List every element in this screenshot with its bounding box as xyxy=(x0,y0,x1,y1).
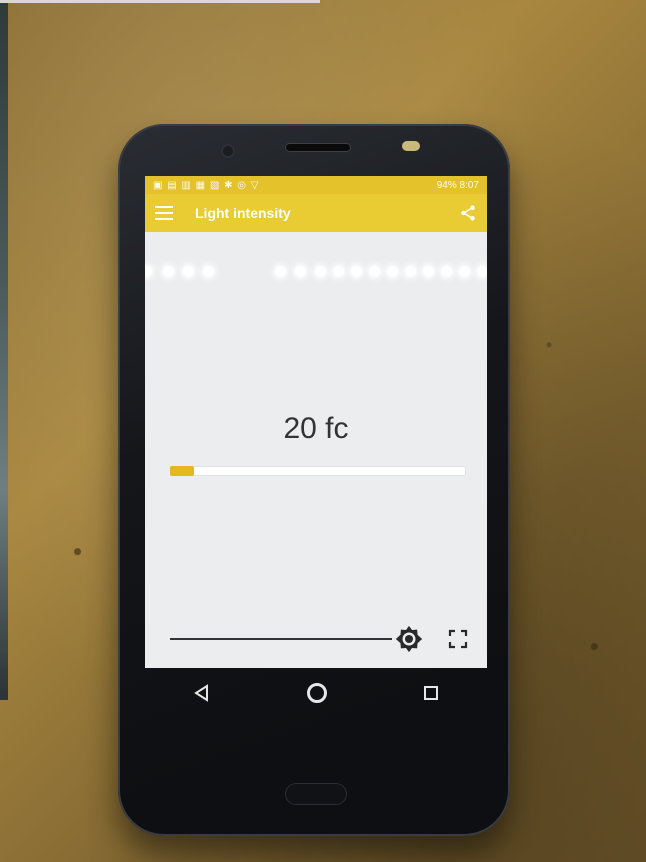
earpiece-speaker xyxy=(286,144,350,151)
status-right: 94% 8:07 xyxy=(437,180,479,191)
light-reflection xyxy=(145,266,487,280)
photo-scene: ▣ ▤ ▥ ▦ ▧ ✱ ◎ ▽ 94% 8:07 Light intensity xyxy=(0,0,646,862)
background-edge xyxy=(0,0,8,700)
recents-square-icon[interactable] xyxy=(423,685,439,701)
fullscreen-icon[interactable] xyxy=(448,629,468,649)
front-camera-icon xyxy=(223,146,233,156)
hamburger-menu-icon[interactable] xyxy=(155,206,173,220)
app-bar: Light intensity xyxy=(145,194,487,232)
phone-screen: ▣ ▤ ▥ ▦ ▧ ✱ ◎ ▽ 94% 8:07 Light intensity xyxy=(145,176,487,668)
brightness-slider[interactable] xyxy=(170,638,392,640)
app-title: Light intensity xyxy=(195,205,291,221)
brightness-icon[interactable] xyxy=(394,624,424,654)
home-circle-icon[interactable] xyxy=(306,682,328,704)
notification-icons: ▣ ▤ ▥ ▦ ▧ ✱ ◎ ▽ xyxy=(153,179,260,191)
intensity-bar xyxy=(170,466,466,476)
phone-device: ▣ ▤ ▥ ▦ ▧ ✱ ◎ ▽ 94% 8:07 Light intensity xyxy=(118,124,510,836)
background-edge-top xyxy=(0,0,320,3)
intensity-bar-fill xyxy=(170,466,194,476)
clock: 8:07 xyxy=(459,179,479,191)
light-reading-value: 20 fc xyxy=(283,412,349,445)
share-icon[interactable] xyxy=(459,204,477,222)
front-flash xyxy=(402,141,420,151)
battery-percent: 94% xyxy=(436,179,457,191)
status-bar: ▣ ▤ ▥ ▦ ▧ ✱ ◎ ▽ 94% 8:07 xyxy=(145,176,487,194)
android-nav-bar xyxy=(145,668,487,718)
back-triangle-icon[interactable] xyxy=(193,684,211,702)
fingerprint-sensor xyxy=(286,784,346,804)
